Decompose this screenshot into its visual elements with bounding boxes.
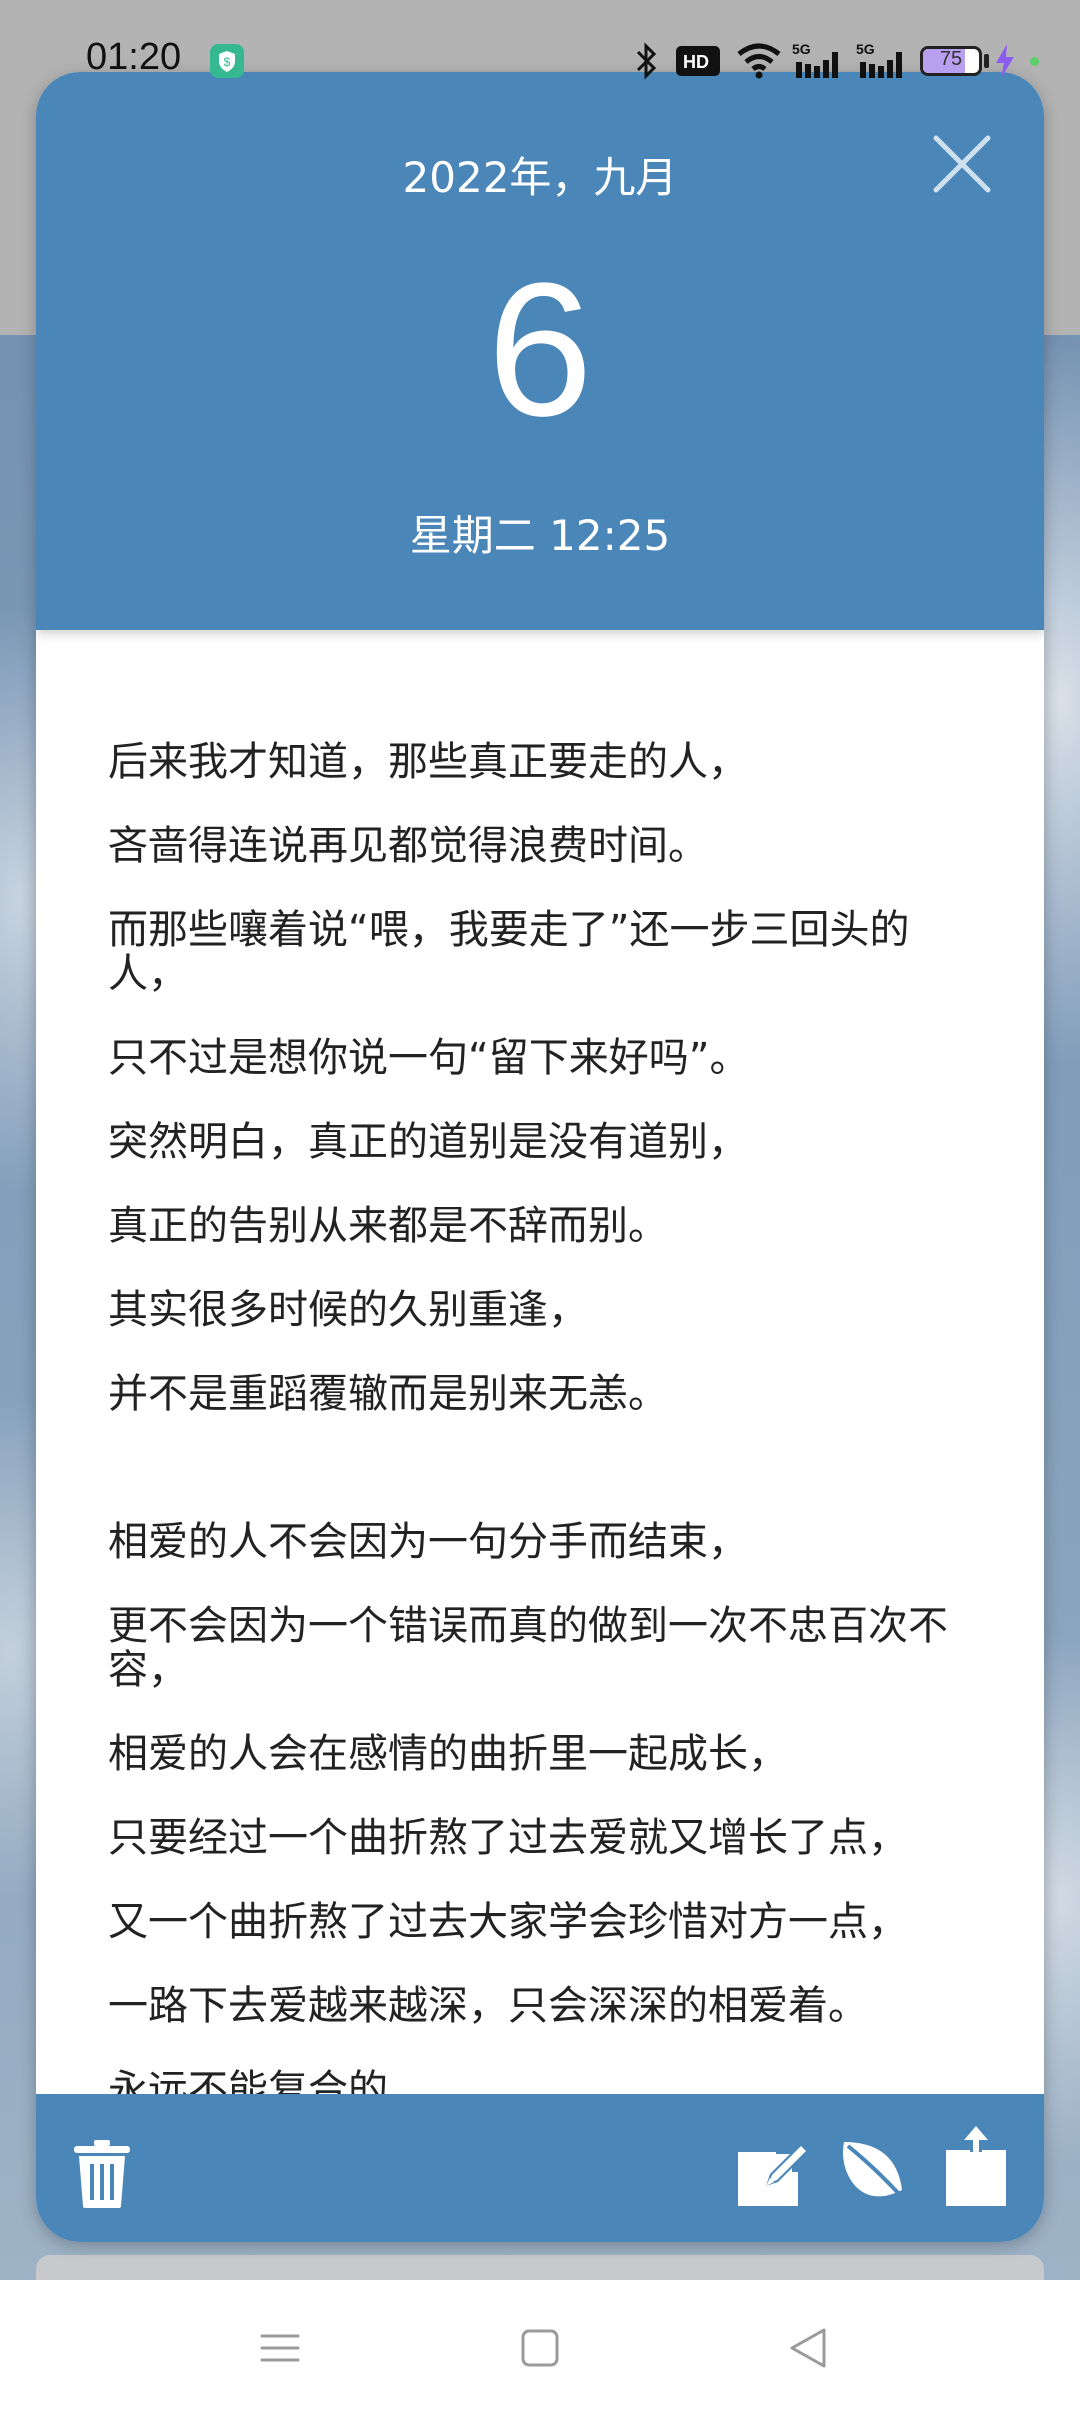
delete-button[interactable] — [72, 2138, 132, 2210]
menu-icon — [260, 2334, 300, 2362]
svg-text:HD: HD — [683, 52, 709, 72]
leaf-icon — [843, 2142, 912, 2208]
close-button[interactable] — [930, 132, 994, 196]
day-number: 6 — [487, 244, 593, 456]
text-line: 相爱的人不会因为一句分手而结束， — [108, 1519, 748, 1565]
home-button[interactable] — [512, 2320, 568, 2376]
back-icon — [790, 2328, 826, 2368]
status-bar: 01:20 $ HD 5G 5G 75 — [0, 0, 1080, 120]
text-line: 一路下去爱越来越深，只会深深的相爱着。 — [108, 1983, 868, 2029]
status-time: 01:20 — [86, 36, 182, 78]
text-line: 真正的告别从来都是不辞而别。 — [108, 1203, 668, 1249]
edit-icon — [738, 2144, 808, 2206]
shield-icon: $ — [210, 44, 244, 78]
text-line: 突然明白，真正的道别是没有道别， — [108, 1119, 748, 1165]
dialog-toolbar — [36, 2094, 1044, 2242]
home-icon — [521, 2329, 559, 2367]
theme-button[interactable] — [840, 2136, 912, 2208]
battery-icon: 75 — [920, 46, 982, 76]
text-line: 吝啬得连说再见都觉得浪费时间。 — [108, 823, 708, 869]
diary-dialog: 2022年，九月 6 星期二 12:25 后来我才知道，那些真正要走的人， 吝啬… — [36, 72, 1044, 2242]
recent-apps-button[interactable] — [252, 2320, 308, 2376]
text-line: 其实很多时候的久别重逢， — [108, 1287, 588, 1333]
status-dot-icon — [1030, 57, 1039, 66]
hd-icon: HD — [676, 46, 720, 80]
weekday-time-label: 星期二 12:25 — [409, 511, 671, 560]
trash-icon — [74, 2140, 130, 2208]
wifi-icon — [736, 40, 782, 84]
svg-text:5G: 5G — [856, 41, 875, 57]
diary-content[interactable]: 后来我才知道，那些真正要走的人， 吝啬得连说再见都觉得浪费时间。 而那些嚷着说“… — [36, 630, 1044, 2168]
edit-button[interactable] — [736, 2134, 810, 2210]
navigation-bar — [0, 2280, 1080, 2412]
text-line: 只不过是想你说一句“留下来好吗”。 — [108, 1035, 750, 1081]
close-icon — [933, 135, 991, 193]
text-line: 并不是重蹈覆辙而是别来无恙。 — [108, 1371, 668, 1417]
text-line: 又一个曲折熬了过去大家学会珍惜对方一点， — [108, 1899, 908, 1945]
battery-level: 75 — [939, 48, 963, 70]
text-line: 更不会因为一个错误而真的做到一次不忠百次不容， — [108, 1603, 948, 1693]
text-line: 而那些嚷着说“喂，我要走了”还一步三回头的人， — [108, 907, 910, 997]
svg-text:$: $ — [224, 55, 231, 69]
text-line: 相爱的人会在感情的曲折里一起成长， — [108, 1731, 788, 1777]
svg-text:5G: 5G — [792, 41, 811, 57]
diary-text: 后来我才知道，那些真正要走的人， 吝啬得连说再见都觉得浪费时间。 而那些嚷着说“… — [108, 740, 988, 2152]
share-icon — [946, 2126, 1006, 2206]
text-line: 只要经过一个曲折熬了过去爱就又增长了点， — [108, 1815, 908, 1861]
signal-5g-icon: 5G — [856, 40, 908, 84]
share-button[interactable] — [944, 2124, 1008, 2208]
battery-cap — [984, 54, 989, 68]
back-button[interactable] — [780, 2320, 836, 2376]
bluetooth-icon — [634, 42, 658, 84]
signal-5g-icon: 5G — [792, 40, 844, 84]
charging-icon — [992, 42, 1018, 84]
text-line: 后来我才知道，那些真正要走的人， — [108, 739, 748, 785]
dialog-header: 2022年，九月 6 星期二 12:25 — [36, 72, 1044, 630]
month-year-label: 2022年，九月 — [402, 153, 678, 202]
